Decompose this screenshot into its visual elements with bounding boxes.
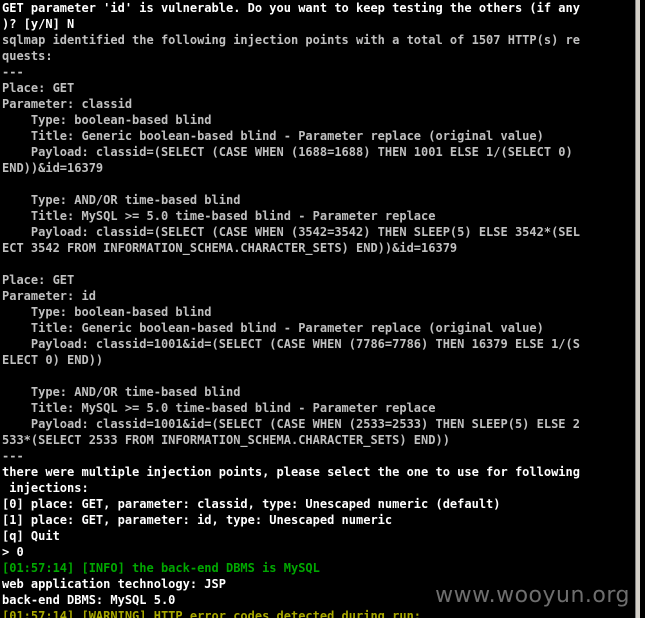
terminal-line: GET parameter 'id' is vulnerable. Do you… [2, 1, 580, 15]
terminal-line: Title: MySQL >= 5.0 time-based blind - P… [2, 209, 436, 223]
terminal-line: Title: Generic boolean-based blind - Par… [2, 129, 544, 143]
terminal-line: Type: AND/OR time-based blind [2, 385, 241, 399]
terminal-line: Title: Generic boolean-based blind - Par… [2, 321, 544, 335]
watermark: www.wooyun.org [435, 583, 630, 608]
terminal-line: Payload: classid=1001&id=(SELECT (CASE W… [2, 337, 580, 351]
terminal-line: Type: boolean-based blind [2, 305, 212, 319]
terminal-line: --- [2, 449, 24, 463]
terminal-line: [0] place: GET, parameter: classid, type… [2, 497, 501, 511]
terminal-line: Payload: classid=1001&id=(SELECT (CASE W… [2, 417, 580, 431]
terminal-line: --- [2, 65, 24, 79]
terminal-line: > 0 [2, 545, 24, 559]
terminal-line: [01:57:14] [INFO] the back-end DBMS is M… [2, 561, 320, 575]
terminal-line: there were multiple injection points, pl… [2, 465, 580, 479]
terminal-line: [1] place: GET, parameter: id, type: Une… [2, 513, 393, 527]
terminal-line: quests: [2, 49, 53, 63]
terminal-line: END))&id=16379 [2, 161, 104, 175]
terminal-line: Type: AND/OR time-based blind [2, 193, 241, 207]
terminal-line: )? [y/N] N [2, 17, 75, 31]
terminal-line: Type: boolean-based blind [2, 113, 212, 127]
terminal-line: Parameter: id [2, 289, 96, 303]
terminal-line: [01:57:14] [WARNING] HTTP error codes de… [2, 609, 422, 618]
console-window[interactable]: GET parameter 'id' is vulnerable. Do you… [0, 0, 640, 618]
terminal-line: ECT 3542 FROM INFORMATION_SCHEMA.CHARACT… [2, 241, 458, 255]
terminal-line: [q] Quit [2, 529, 60, 543]
terminal-line: Parameter: classid [2, 97, 133, 111]
terminal-line: Place: GET [2, 273, 75, 287]
terminal-line: ELECT 0) END)) [2, 353, 104, 367]
terminal-line: Payload: classid=(SELECT (CASE WHEN (354… [2, 225, 580, 239]
terminal-line: Title: MySQL >= 5.0 time-based blind - P… [2, 401, 436, 415]
terminal-line: sqlmap identified the following injectio… [2, 33, 580, 47]
terminal-line: Payload: classid=(SELECT (CASE WHEN (168… [2, 145, 573, 159]
terminal-output: GET parameter 'id' is vulnerable. Do you… [2, 0, 640, 618]
terminal-line: 533*(SELECT 2533 FROM INFORMATION_SCHEMA… [2, 433, 450, 447]
terminal-line: Place: GET [2, 81, 75, 95]
scrollbar[interactable] [635, 0, 640, 618]
terminal-line: injections: [2, 481, 89, 495]
